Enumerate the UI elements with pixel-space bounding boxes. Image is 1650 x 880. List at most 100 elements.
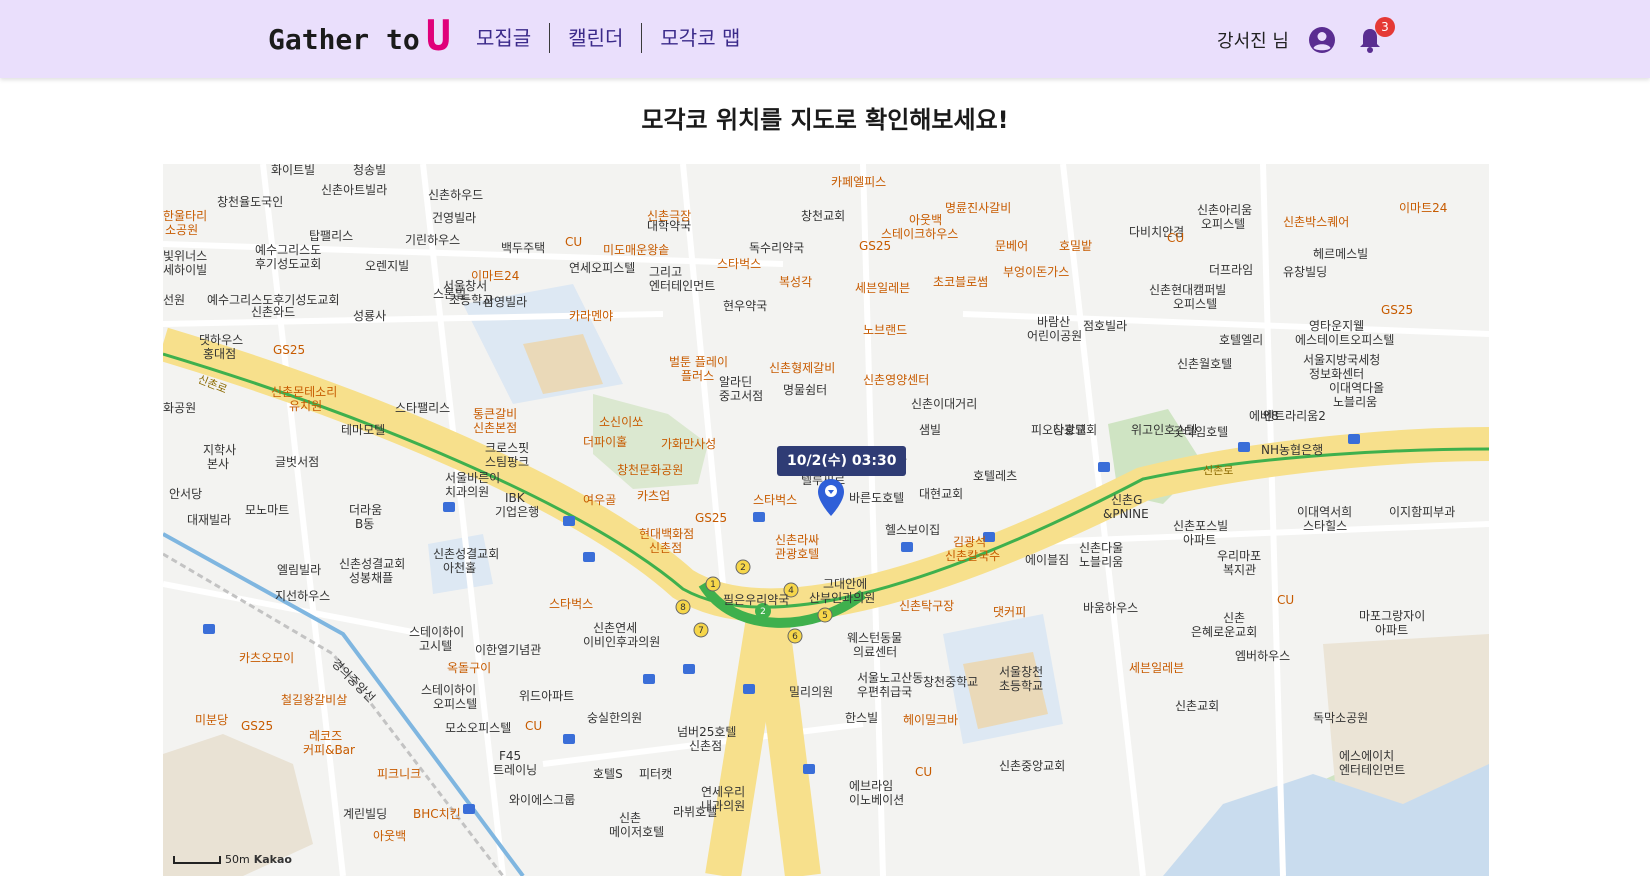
svg-text:아천홀: 아천홀 [443, 560, 476, 575]
svg-text:한울타리: 한울타리 [163, 209, 207, 223]
svg-text:스타벅스: 스타벅스 [753, 493, 797, 507]
nav-calendar[interactable]: 캘린더 [550, 23, 641, 53]
svg-text:유창빌딩: 유창빌딩 [1283, 265, 1327, 279]
brand-logo[interactable]: Gather to U [268, 11, 452, 60]
svg-text:아파트: 아파트 [1375, 623, 1408, 637]
marker-tooltip: 10/2(수) 03:30 [777, 446, 907, 476]
svg-text:5: 5 [822, 611, 828, 621]
svg-text:창천교회: 창천교회 [801, 208, 845, 223]
account-circle-icon[interactable] [1307, 25, 1337, 55]
svg-text:어린이공원: 어린이공원 [1027, 329, 1082, 343]
svg-text:중고서점: 중고서점 [719, 389, 763, 403]
svg-text:메이저호텔: 메이저호텔 [609, 825, 664, 839]
svg-text:본사: 본사 [207, 457, 229, 471]
svg-text:한스빌: 한스빌 [845, 711, 878, 725]
svg-text:창천문화공원: 창천문화공원 [617, 462, 683, 477]
svg-text:댓커피: 댓커피 [993, 605, 1026, 619]
svg-text:숭실한의원: 숭실한의원 [587, 711, 642, 725]
svg-text:라뷔호텔: 라뷔호텔 [673, 805, 717, 819]
svg-text:2: 2 [760, 607, 766, 617]
svg-text:스타팰리스: 스타팰리스 [395, 401, 450, 415]
kakao-map[interactable]: 1 2 4 5 6 7 8 2 화이트빌 청송빌 신촌아트빌라 신촌하우드 창천… [163, 164, 1489, 876]
svg-text:독막소공원: 독막소공원 [1313, 711, 1368, 725]
svg-text:이대역서희: 이대역서희 [1297, 505, 1352, 519]
svg-text:현우약국: 현우약국 [723, 298, 767, 313]
svg-text:넘버25호텔: 넘버25호텔 [677, 725, 736, 739]
svg-text:피크니크: 피크니크 [377, 767, 421, 781]
svg-text:점호빌라: 점호빌라 [1083, 319, 1127, 333]
svg-text:복지관: 복지관 [1223, 563, 1256, 577]
scale-label: 50m [225, 853, 250, 866]
svg-text:모소오피스텔: 모소오피스텔 [445, 721, 511, 735]
svg-text:신촌성결교회: 신촌성결교회 [339, 557, 405, 571]
svg-text:안서당: 안서당 [169, 487, 202, 501]
svg-text:서울바른이: 서울바른이 [445, 471, 500, 485]
logo-accent: U [425, 11, 452, 60]
svg-text:서울지방국세청: 서울지방국세청 [1303, 353, 1380, 367]
svg-text:백두주택: 백두주택 [501, 241, 545, 255]
svg-text:헤르메스빌: 헤르메스빌 [1313, 247, 1368, 261]
nav-mogakco-map[interactable]: 모각코 맵 [642, 23, 758, 53]
svg-text:우편취급국: 우편취급국 [857, 685, 912, 699]
svg-text:대현교회: 대현교회 [919, 487, 963, 501]
svg-text:현대백화점: 현대백화점 [639, 527, 694, 541]
svg-text:노블리움: 노블리움 [1079, 555, 1123, 569]
svg-text:정보화센터: 정보화센터 [1309, 367, 1364, 381]
svg-text:청송빌: 청송빌 [353, 164, 386, 177]
svg-text:신촌탁구장: 신촌탁구장 [899, 599, 954, 613]
scale-bar [173, 855, 221, 864]
svg-text:GS25: GS25 [695, 511, 727, 525]
svg-text:화이트빌: 화이트빌 [271, 164, 315, 177]
svg-text:헬스보이집: 헬스보이집 [885, 523, 940, 537]
svg-text:더파이홀: 더파이홀 [583, 435, 627, 449]
logo-text: Gather to [268, 23, 420, 56]
svg-text:와이에스그룹: 와이에스그룹 [509, 793, 575, 807]
svg-text:GS25: GS25 [1381, 303, 1413, 317]
svg-text:이노베이션: 이노베이션 [849, 793, 904, 807]
svg-text:오피스텔: 오피스텔 [433, 697, 477, 711]
svg-text:신촌하우드: 신촌하우드 [428, 188, 483, 202]
svg-text:더프라임: 더프라임 [1209, 263, 1253, 277]
svg-text:벌툰 플레이: 벌툰 플레이 [669, 355, 728, 369]
svg-text:웨스턴동물: 웨스턴동물 [847, 631, 902, 645]
svg-text:호텔레츠: 호텔레츠 [973, 469, 1017, 483]
svg-text:신촌중앙교회: 신촌중앙교회 [999, 759, 1065, 773]
svg-text:글벗서점: 글벗서점 [275, 455, 319, 469]
svg-text:GS25: GS25 [241, 719, 273, 733]
svg-text:7: 7 [698, 626, 704, 636]
svg-text:기린하우스: 기린하우스 [405, 233, 460, 247]
svg-text:레코즈: 레코즈 [309, 729, 342, 743]
svg-text:신촌와드: 신촌와드 [251, 305, 295, 319]
svg-text:엘림빌라: 엘림빌라 [277, 563, 321, 577]
svg-text:트레이닝: 트레이닝 [493, 763, 537, 777]
svg-text:CU: CU [525, 719, 542, 733]
svg-text:서울창천: 서울창천 [999, 664, 1043, 679]
svg-text:신촌G: 신촌G [1111, 493, 1142, 507]
svg-text:아웃백: 아웃백 [373, 829, 406, 843]
svg-text:관광호텔: 관광호텔 [775, 547, 819, 561]
svg-text:스타벅스: 스타벅스 [549, 597, 593, 611]
svg-text:위드아파트: 위드아파트 [519, 689, 574, 703]
svg-text:에버8: 에버8 [1249, 409, 1279, 423]
svg-text:카츠업: 카츠업 [637, 489, 670, 503]
svg-text:6: 6 [792, 632, 798, 642]
svg-text:오렌지빌: 오렌지빌 [365, 259, 409, 273]
svg-text:이대역다올: 이대역다올 [1329, 381, 1384, 395]
svg-text:계린빌딩: 계린빌딩 [343, 807, 387, 821]
svg-text:창광교회: 창광교회 [1053, 423, 1097, 437]
svg-text:&PNINE: &PNINE [1103, 507, 1149, 521]
nav-recruit-posts[interactable]: 모집글 [458, 23, 549, 53]
notification-bell-icon[interactable]: 3 [1355, 17, 1395, 55]
svg-text:의료센터: 의료센터 [853, 645, 897, 659]
svg-text:BHC치킨: BHC치킨 [413, 807, 461, 821]
svg-text:부엉이돈가스: 부엉이돈가스 [1003, 265, 1069, 279]
svg-text:피터캣: 피터캣 [639, 767, 672, 781]
svg-text:연세오피스텔: 연세오피스텔 [569, 261, 635, 275]
svg-text:오피스텔: 오피스텔 [1201, 217, 1245, 231]
main-nav: 모집글 캘린더 모각코 맵 [458, 22, 758, 54]
svg-text:신촌성결교회: 신촌성결교회 [433, 547, 499, 561]
svg-text:스타힐스: 스타힐스 [1303, 519, 1347, 533]
location-pin-icon[interactable] [816, 478, 846, 518]
svg-text:에브라임: 에브라임 [849, 779, 893, 793]
svg-text:신촌라싸: 신촌라싸 [775, 533, 819, 547]
